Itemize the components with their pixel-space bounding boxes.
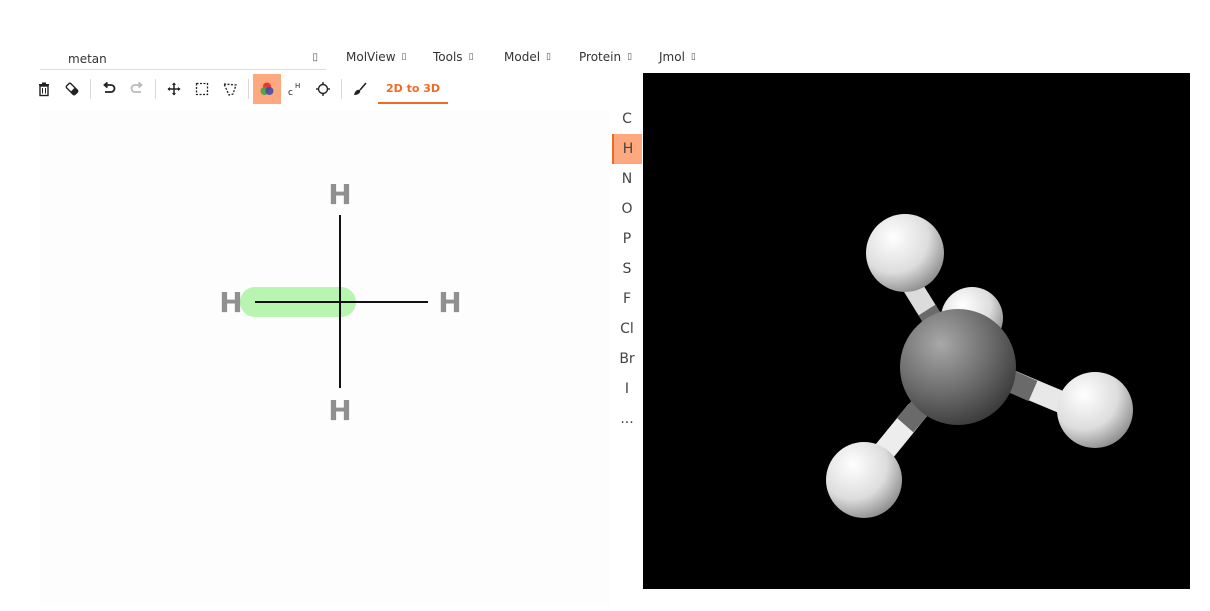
lasso-select-button[interactable] bbox=[216, 74, 244, 104]
atom-h-top-3d bbox=[866, 214, 944, 292]
element-more-button[interactable]: ... bbox=[612, 404, 642, 434]
carbon-hydrogen-label-icon: cH bbox=[288, 82, 300, 97]
menu-bar: metan ▯ MolView ▯ Tools ▯ Model ▯ Protein ▯ … bbox=[0, 0, 1210, 72]
toolbar-divider bbox=[341, 79, 342, 99]
skeletal-display-button[interactable]: cH bbox=[281, 74, 309, 104]
element-f-button[interactable]: F bbox=[612, 284, 642, 314]
undo-button[interactable] bbox=[95, 74, 123, 104]
chevron-down-icon: ▯ bbox=[690, 52, 696, 62]
redo-icon bbox=[130, 81, 143, 93]
atom-h-left-3d bbox=[826, 442, 902, 518]
crosshair-icon bbox=[316, 82, 330, 96]
molecule-name: metan bbox=[68, 51, 107, 66]
element-br-button[interactable]: Br bbox=[612, 344, 642, 374]
menu-tools[interactable]: Tools ▯ bbox=[433, 50, 474, 64]
molecule-3d-render bbox=[826, 214, 1133, 518]
eraser-icon bbox=[65, 82, 79, 96]
atom-c-3d bbox=[900, 309, 1016, 425]
molecule-name-field[interactable]: metan ▯ bbox=[40, 48, 326, 70]
move-icon bbox=[167, 82, 181, 96]
dropdown-box-icon: ▯ bbox=[312, 52, 318, 63]
svg-text:H: H bbox=[295, 82, 300, 90]
atom-h-top[interactable]: H bbox=[328, 178, 351, 211]
rect-select-button[interactable] bbox=[188, 74, 216, 104]
color-mode-button[interactable] bbox=[253, 74, 281, 104]
atom-h-left[interactable]: H bbox=[219, 286, 242, 319]
element-s-button[interactable]: S bbox=[612, 254, 642, 284]
element-cl-button[interactable]: Cl bbox=[612, 314, 642, 344]
trash-icon bbox=[39, 82, 49, 97]
element-n-button[interactable]: N bbox=[612, 164, 642, 194]
toolbar-divider bbox=[248, 79, 249, 99]
menu-jmol[interactable]: Jmol ▯ bbox=[659, 50, 696, 64]
element-h-button[interactable]: H bbox=[612, 134, 642, 164]
convert-2d-to-3d-button[interactable]: 2D to 3D bbox=[378, 74, 449, 104]
undo-icon bbox=[103, 81, 116, 93]
clear-button[interactable] bbox=[30, 74, 58, 104]
chevron-down-icon: ▯ bbox=[401, 52, 407, 62]
chevron-down-icon: ▯ bbox=[546, 52, 551, 62]
element-picker: C H N O P S F Cl Br I ... bbox=[612, 104, 642, 434]
chevron-down-icon: ▯ bbox=[627, 52, 633, 62]
element-i-button[interactable]: I bbox=[612, 374, 642, 404]
molecule-2d-drawing: H H H H bbox=[219, 178, 461, 427]
svg-text:c: c bbox=[288, 88, 293, 97]
menu-molview[interactable]: MolView ▯ bbox=[346, 50, 406, 64]
chevron-down-icon: ▯ bbox=[468, 52, 474, 62]
sketch-canvas[interactable]: H H H H bbox=[40, 110, 610, 605]
clean-button[interactable] bbox=[346, 74, 374, 104]
menu-model[interactable]: Model ▯ bbox=[504, 50, 551, 64]
atom-h-right[interactable]: H bbox=[438, 286, 461, 319]
color-mode-icon bbox=[260, 82, 274, 95]
menu-protein[interactable]: Protein ▯ bbox=[579, 50, 632, 64]
element-o-button[interactable]: O bbox=[612, 194, 642, 224]
move-button[interactable] bbox=[160, 74, 188, 104]
atom-h-bottom[interactable]: H bbox=[328, 394, 351, 427]
redo-button[interactable] bbox=[123, 74, 151, 104]
lasso-select-icon bbox=[222, 83, 237, 96]
sketcher-toolbar: cH 2D to 3D bbox=[30, 74, 449, 104]
brush-icon bbox=[354, 82, 367, 95]
element-p-button[interactable]: P bbox=[612, 224, 642, 254]
eraser-button[interactable] bbox=[58, 74, 86, 104]
atom-h-right-3d bbox=[1057, 372, 1133, 448]
model-3d-viewer[interactable] bbox=[643, 73, 1190, 589]
element-c-button[interactable]: C bbox=[612, 104, 642, 134]
toolbar-divider bbox=[90, 79, 91, 99]
center-button[interactable] bbox=[309, 74, 337, 104]
rectangle-select-icon bbox=[195, 82, 209, 96]
toolbar-divider bbox=[155, 79, 156, 99]
